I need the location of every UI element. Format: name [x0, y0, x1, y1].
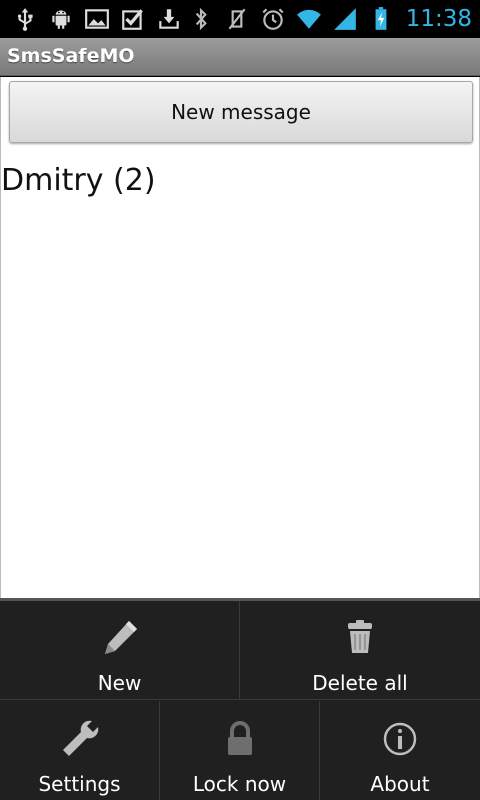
menu-row-1: New Delete all [0, 601, 480, 700]
status-bar: 11:38 [0, 0, 480, 38]
status-clock: 11:38 [405, 6, 472, 32]
usb-icon [12, 6, 38, 32]
menu-label-about: About [370, 772, 430, 796]
title-bar: SmsSafeMO [0, 38, 480, 76]
menu-item-delete-all[interactable]: Delete all [240, 601, 480, 699]
vibrate-off-icon [224, 6, 250, 32]
battery-charging-icon [368, 6, 394, 32]
menu-label-new: New [97, 671, 142, 695]
bluetooth-icon [188, 6, 214, 32]
alarm-icon [260, 6, 286, 32]
main-content: New message Dmitry (2) [0, 77, 480, 598]
info-icon [378, 717, 422, 761]
menu-row-2: Settings Lock now About [0, 701, 480, 800]
trash-icon [338, 617, 382, 661]
menu-label-settings: Settings [38, 772, 121, 796]
menu-item-settings[interactable]: Settings [0, 701, 160, 800]
menu-item-about[interactable]: About [320, 701, 480, 800]
lock-icon [218, 717, 262, 761]
download-icon [156, 6, 182, 32]
checkbox-icon [120, 6, 146, 32]
app-title: SmsSafeMO [7, 45, 135, 67]
options-menu: New Delete all Settings Lock now About [0, 598, 480, 800]
wrench-icon [58, 717, 102, 761]
new-message-button[interactable]: New message [9, 81, 473, 143]
conversation-item[interactable]: Dmitry (2) [1, 163, 156, 198]
menu-item-new[interactable]: New [0, 601, 240, 699]
android-debug-icon [48, 6, 74, 32]
pencil-icon [98, 617, 142, 661]
image-icon [84, 6, 110, 32]
signal-icon [332, 6, 358, 32]
menu-label-lock-now: Lock now [192, 772, 287, 796]
menu-item-lock-now[interactable]: Lock now [160, 701, 320, 800]
menu-label-delete-all: Delete all [312, 671, 408, 695]
wifi-icon [296, 6, 322, 32]
